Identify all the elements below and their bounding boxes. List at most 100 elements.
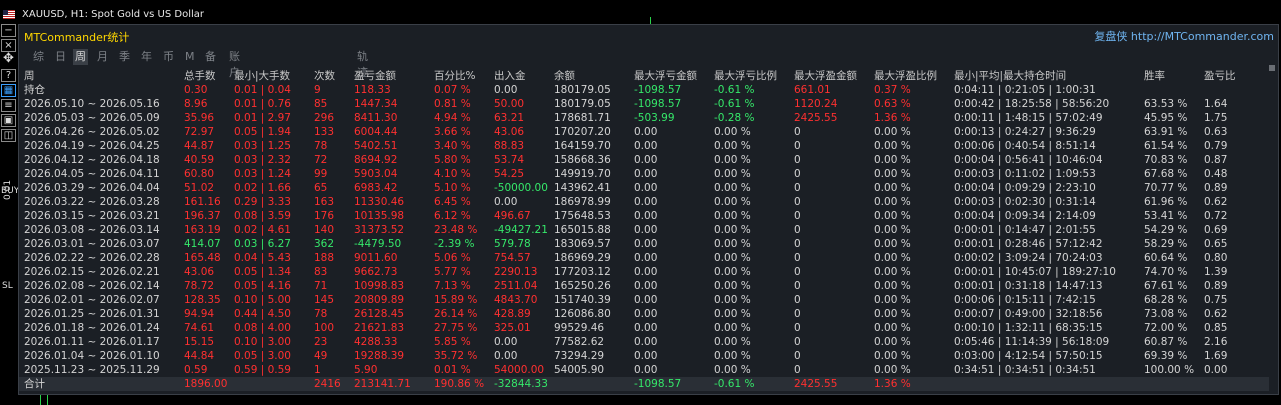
cell-max-float-profit-pct: 0.00 % <box>874 252 911 264</box>
cell-balance: 180179.05 <box>554 98 611 110</box>
cell-max-float-profit: 0 <box>794 238 801 250</box>
cell-deposit: 88.83 <box>494 140 525 152</box>
table-row[interactable]: 2025.11.23 ~ 2025.11.29 0.59 0.59 | 0.59 1 5… <box>19 363 1269 377</box>
cell-balance: 175648.53 <box>554 210 611 222</box>
table-row[interactable]: 2026.05.03 ~ 2026.05.09 35.96 0.01 | 2.97 2… <box>19 111 1269 125</box>
tab-symbol[interactable]: 币 <box>161 49 176 65</box>
cell-deposit: 579.78 <box>494 238 531 250</box>
table-row[interactable]: 2026.03.08 ~ 2026.03.14 163.19 0.02 | 4.61… <box>19 223 1269 237</box>
cell-max-float-profit-pct: 0.00 % <box>874 196 911 208</box>
table-row[interactable]: 2026.04.26 ~ 2026.05.02 72.97 0.05 | 1.94 1… <box>19 125 1269 139</box>
table-row[interactable]: 2026.05.10 ~ 2026.05.16 8.96 0.01 | 0.76 85… <box>19 97 1269 111</box>
tile-icon[interactable]: ▦ <box>1 84 16 97</box>
cell-pl-ratio: 0.00 <box>1204 364 1228 376</box>
cell-max-float-loss-pct: 0.00 % <box>714 308 751 320</box>
cell-count: 1 <box>314 364 321 376</box>
cell-pnl: 10998.83 <box>354 280 405 292</box>
table-row[interactable]: 2026.04.19 ~ 2026.04.25 44.87 0.03 | 1.25 7… <box>19 139 1269 153</box>
cell-win-rate: 58.29 % <box>1144 238 1188 250</box>
cell-pnl: 26128.45 <box>354 308 405 320</box>
cell-count: 99 <box>314 168 328 180</box>
cell-balance: 77582.62 <box>554 336 605 348</box>
cell-pnl: 11330.46 <box>354 196 405 208</box>
table-total-row[interactable]: 合计 1896.00 2416 213141.71 190.86 % -32844.33 -… <box>19 377 1269 391</box>
cell-win-rate: 53.41 % <box>1144 210 1188 222</box>
table-row[interactable]: 2026.03.29 ~ 2026.04.04 51.02 0.02 | 1.66 6… <box>19 181 1269 195</box>
cell-win-rate: 68.28 % <box>1144 294 1188 306</box>
cell-total-lots: 44.87 <box>184 140 215 152</box>
cell-pl-ratio: 0.63 <box>1204 126 1228 138</box>
cell-balance: 186978.99 <box>554 196 611 208</box>
table-row[interactable]: 2026.01.04 ~ 2026.01.10 44.84 0.05 | 3.00 4… <box>19 349 1269 363</box>
cell-percent: 百分比% <box>434 70 476 82</box>
cell-pl-ratio: 2.16 <box>1204 336 1228 348</box>
tab-track[interactable]: 轨迹 <box>355 49 370 79</box>
cell-max-float-profit: 0 <box>794 322 801 334</box>
cell-pnl: 9011.60 <box>354 252 398 264</box>
tab-comment[interactable]: 备 <box>203 49 218 65</box>
cell-hold-time: 0:00:07 | 0:49:00 | 32:18:56 <box>954 308 1103 320</box>
tab-month[interactable]: 月 <box>95 49 110 65</box>
move-icon[interactable]: ✥ <box>1 52 16 66</box>
cell-balance: 73294.29 <box>554 350 605 362</box>
cell-percent: 4.94 % <box>434 112 471 124</box>
cell-max-float-loss: 0.00 <box>634 140 658 152</box>
cell-hold-time: 0:00:13 | 0:24:27 | 9:36:29 <box>954 126 1096 138</box>
cell-deposit: 2511.04 <box>494 280 538 292</box>
table-row[interactable]: 2026.04.05 ~ 2026.04.11 60.80 0.03 | 1.24 9… <box>19 167 1269 181</box>
cell-win-rate: 67.68 % <box>1144 168 1188 180</box>
tab-quarter[interactable]: 季 <box>117 49 132 65</box>
tab-year[interactable]: 年 <box>139 49 154 65</box>
website-link[interactable]: 复盘侠 http://MTCommander.com <box>1094 28 1274 44</box>
scroll-thumb[interactable] <box>1269 65 1275 71</box>
cell-balance: 170207.20 <box>554 126 611 138</box>
table-row[interactable]: 2026.01.11 ~ 2026.01.17 15.15 0.10 | 3.00 2… <box>19 335 1269 349</box>
cell-max-float-profit-pct: 0.00 % <box>874 210 911 222</box>
cell-percent: 6.12 % <box>434 210 471 222</box>
tab-week[interactable]: 周 <box>73 49 88 65</box>
cell-max-float-profit: 0 <box>794 294 801 306</box>
table-row[interactable]: 2026.02.15 ~ 2026.02.21 43.06 0.05 | 1.34 8… <box>19 265 1269 279</box>
tab-day[interactable]: 日 <box>53 49 68 65</box>
cell-count: 9 <box>314 84 321 96</box>
table-row[interactable]: 2026.02.08 ~ 2026.02.14 78.72 0.05 | 4.16 7… <box>19 279 1269 293</box>
table-row[interactable]: 持仓 0.30 0.01 | 0.04 9 118.33 0.07 % 0.00 180179… <box>19 83 1269 97</box>
table-header[interactable]: 周 总手数 最小|大手数 次数 盈亏金额 百分比% 出入金 余额 最大浮亏金额 最大浮亏比例 最大浮… <box>19 69 1269 83</box>
cell-balance: 99529.46 <box>554 322 605 334</box>
table-row[interactable]: 2026.02.01 ~ 2026.02.07 128.35 0.10 | 5.00… <box>19 293 1269 307</box>
cell-min-max-lots: 0.44 | 4.50 <box>234 308 291 320</box>
tab-magic[interactable]: M <box>183 49 197 65</box>
cell-week: 2026.01.04 ~ 2026.01.10 <box>24 350 160 362</box>
cell-hold-time: 0:00:06 | 0:15:11 | 7:42:15 <box>954 294 1096 306</box>
table-row[interactable]: 2026.03.01 ~ 2026.03.07 414.07 0.03 | 6.27… <box>19 237 1269 251</box>
table-row[interactable]: 2026.04.12 ~ 2026.04.18 40.59 0.03 | 2.32 7… <box>19 153 1269 167</box>
list-icon[interactable]: ≡ <box>1 99 16 112</box>
cell-pl-ratio: 1.39 <box>1204 266 1228 278</box>
help-icon[interactable]: ? <box>1 69 16 82</box>
tab-account[interactable]: 账户 <box>227 49 242 79</box>
cell-hold-time: 0:00:11 | 1:48:15 | 57:02:49 <box>954 112 1103 124</box>
cell-win-rate: 74.70 % <box>1144 266 1188 278</box>
cell-win-rate: 72.00 % <box>1144 322 1188 334</box>
table-row[interactable]: 2026.01.25 ~ 2026.01.31 94.94 0.44 | 4.50 7… <box>19 307 1269 321</box>
cell-deposit: 496.67 <box>494 210 531 222</box>
table-row[interactable]: 2026.03.15 ~ 2026.03.21 196.37 0.08 | 3.59… <box>19 209 1269 223</box>
window-icon[interactable]: ◫ <box>1 129 16 142</box>
cell-max-float-profit: 0 <box>794 266 801 278</box>
table-row[interactable]: 2026.03.22 ~ 2026.03.28 161.16 0.29 | 3.33… <box>19 195 1269 209</box>
cell-total-lots: 总手数 <box>184 70 216 82</box>
table-row[interactable]: 2026.01.18 ~ 2026.01.24 74.61 0.08 | 4.00 1… <box>19 321 1269 335</box>
cell-pl-ratio: 0.62 <box>1204 308 1228 320</box>
cell-hold-time: 0:03:00 | 4:12:54 | 57:50:15 <box>954 350 1103 362</box>
cell-week: 2026.04.19 ~ 2026.04.25 <box>24 140 160 152</box>
cell-max-float-profit-pct: 0.00 % <box>874 364 911 376</box>
cell-max-float-loss: 0.00 <box>634 308 658 320</box>
cell-balance: 151740.39 <box>554 294 611 306</box>
tab-summary[interactable]: 综 <box>31 49 46 65</box>
minimize-icon[interactable]: − <box>1 24 16 37</box>
cell-max-float-profit-pct: 最大浮盈比例 <box>874 70 937 82</box>
cell-max-float-profit: 0 <box>794 126 801 138</box>
chart-left-toolbar: − × ✥ ? ▦ ≡ ▣ ◫ <box>0 24 18 164</box>
table-row[interactable]: 2026.02.22 ~ 2026.02.28 165.48 0.04 | 5.43… <box>19 251 1269 265</box>
grid-icon[interactable]: ▣ <box>1 114 16 127</box>
